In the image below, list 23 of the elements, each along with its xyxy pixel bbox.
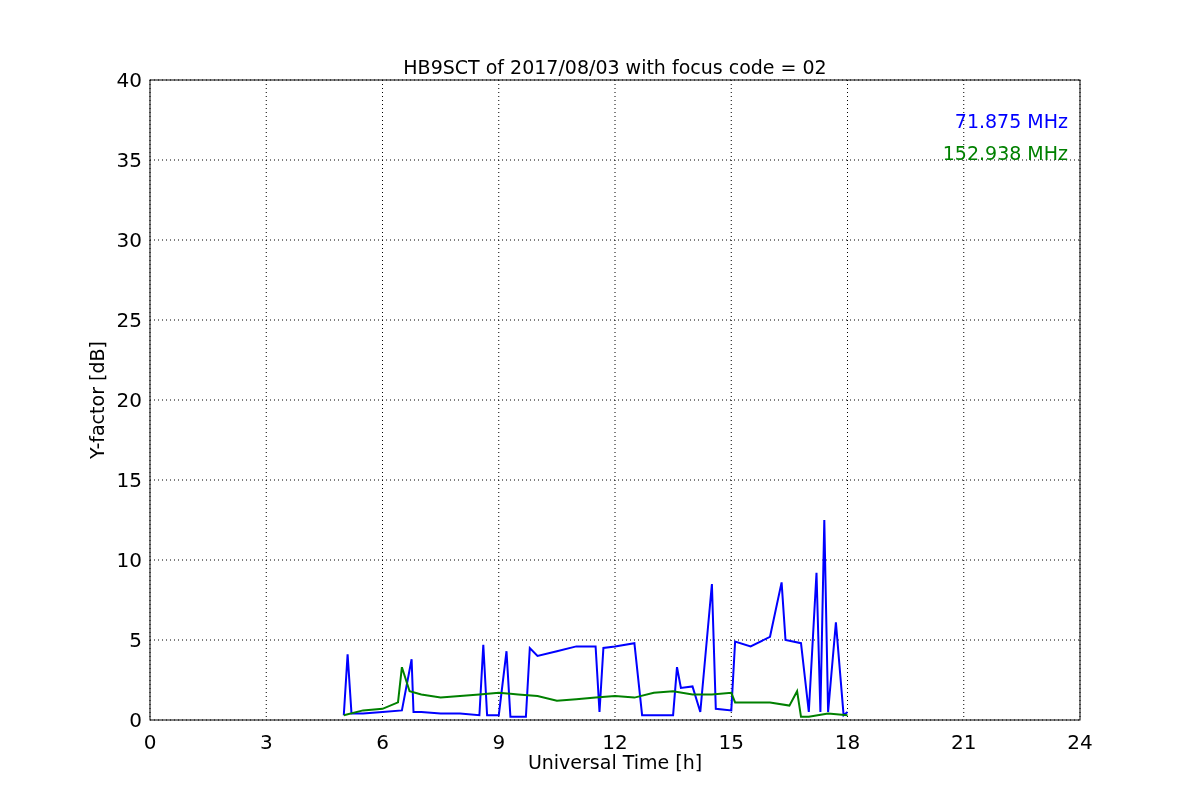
legend-label: 71.875 MHz bbox=[954, 110, 1068, 132]
legend-label: 152.938 MHz bbox=[942, 142, 1068, 164]
chart-title: HB9SCT of 2017/08/03 with focus code = 02 bbox=[403, 56, 827, 78]
x-tick-label: 15 bbox=[718, 730, 744, 754]
y-tick-label: 40 bbox=[116, 68, 142, 92]
y-axis-label: Y-factor [dB] bbox=[86, 341, 108, 459]
x-tick-label: 21 bbox=[951, 730, 977, 754]
y-tick-label: 20 bbox=[116, 388, 142, 412]
x-tick-label: 3 bbox=[259, 730, 273, 754]
y-tick-label: 0 bbox=[129, 708, 142, 732]
x-tick-label: 9 bbox=[492, 730, 506, 754]
x-tick-label: 6 bbox=[376, 730, 389, 754]
x-tick-label: 24 bbox=[1067, 730, 1093, 754]
x-tick-label: 0 bbox=[143, 730, 157, 754]
y-tick-label: 25 bbox=[116, 308, 142, 332]
y-tick-label: 10 bbox=[116, 548, 142, 572]
x-tick-label: 12 bbox=[602, 730, 628, 754]
y-tick-label: 35 bbox=[116, 148, 142, 172]
y-tick-label: 5 bbox=[129, 628, 142, 652]
y-tick-label: 30 bbox=[116, 228, 142, 252]
x-axis-label: Universal Time [h] bbox=[527, 751, 703, 773]
y-tick-label: 15 bbox=[116, 468, 142, 492]
x-tick-label: 18 bbox=[834, 730, 861, 754]
